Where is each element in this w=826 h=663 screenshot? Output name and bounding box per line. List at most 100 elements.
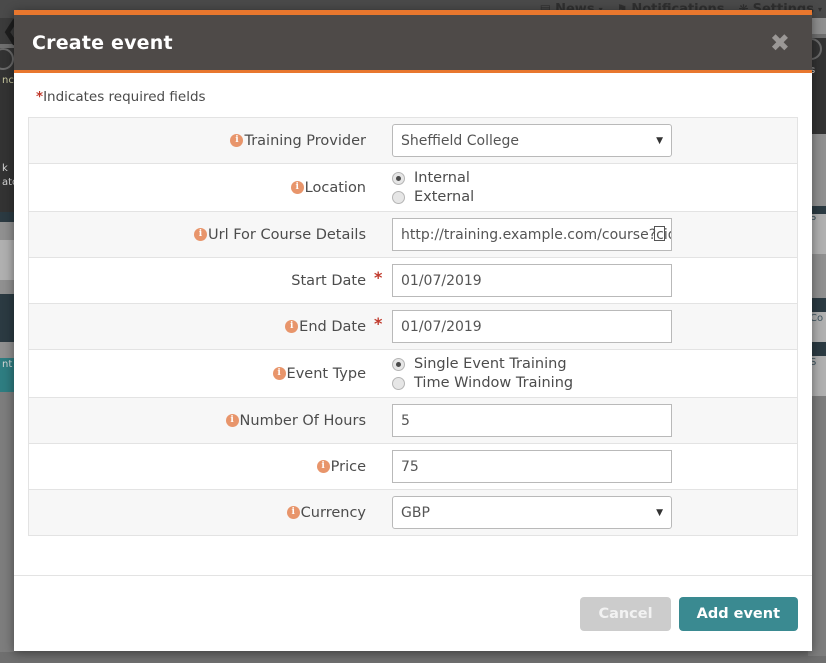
collapse-arrow-icon: ❮ [0,18,14,44]
number-of-hours-input[interactable]: 5 [392,404,672,437]
bg-text-fragment: ato [2,177,14,188]
label-location: i Location [29,180,374,196]
radio-location-external[interactable]: External [392,189,797,205]
form-row-number-of-hours: i Number Of Hours 5 [29,398,797,444]
radio-location-internal[interactable]: Internal [392,170,797,186]
radio-location-internal-label: Internal [414,170,470,186]
radio-button-icon[interactable] [392,357,405,371]
radio-button-icon[interactable] [392,171,405,185]
bg-panel: ❮ [0,18,14,44]
label-text: Training Provider [244,132,366,149]
form-row-url: i Url For Course Details http://training… [29,212,797,258]
radio-location-external-label: External [414,189,475,205]
end-date-value: 01/07/2019 [401,318,482,335]
label-text: End Date [299,318,366,335]
label-text: Event Type [286,365,366,382]
field-end-date: 01/07/2019 [390,310,797,343]
label-price: i Price [29,459,374,475]
bg-panel [0,294,14,342]
price-input[interactable]: 75 [392,450,672,483]
field-url: http://training.example.com/course?cid=2 [390,218,797,251]
start-date-input[interactable]: 01/07/2019 [392,264,672,297]
required-fields-note: *Indicates required fields [36,89,798,105]
label-number-of-hours: i Number Of Hours [29,413,374,429]
training-provider-value: Sheffield College [401,132,519,149]
bg-panel [0,342,14,358]
label-end-date: i End Date [29,319,374,335]
number-of-hours-value: 5 [401,412,410,429]
field-event-type: Single Event Training Time Window Traini… [390,356,797,391]
field-training-provider: Sheffield College ▼ [390,124,797,157]
label-text: Number Of Hours [239,412,366,429]
label-training-provider: i Training Provider [29,133,374,149]
form-row-location: i Location Internal External [29,164,797,212]
label-text: Location [304,179,366,196]
label-currency: i Currency [29,505,374,521]
url-input[interactable]: http://training.example.com/course?cid=2 [392,218,672,251]
radio-event-type-single[interactable]: Single Event Training [392,356,797,372]
info-icon[interactable]: i [286,505,300,519]
background-left-column: ❮ nc k ato nt [0,18,14,663]
bg-panel: k ato [0,136,14,212]
close-icon[interactable]: ✖ [766,29,794,57]
label-text: Url For Course Details [208,226,366,243]
info-icon[interactable]: i [285,319,299,333]
bg-text-fragment: nt [2,359,13,370]
url-input-value: http://training.example.com/course?cid=2 [401,226,672,243]
radio-event-type-single-label: Single Event Training [414,356,567,372]
label-text: Price [330,458,366,475]
bg-panel [0,280,14,294]
form-row-start-date: Start Date * 01/07/2019 [29,258,797,304]
text-cursor-icon [654,226,665,241]
label-url-for-course-details: i Url For Course Details [29,227,374,243]
info-icon[interactable]: i [272,366,286,380]
add-event-button[interactable]: Add event [678,596,798,631]
cancel-button[interactable]: Cancel [580,596,671,631]
chevron-down-icon: ▼ [656,135,663,146]
required-fields-note-label: Indicates required fields [43,89,206,105]
currency-value: GBP [401,504,430,521]
label-start-date: Start Date [29,273,374,289]
location-radio-group: Internal External [392,170,797,205]
bg-panel [0,212,14,222]
radio-event-type-time-window[interactable]: Time Window Training [392,375,797,391]
bg-panel [0,392,14,652]
bg-panel: nc [0,48,14,136]
info-icon[interactable]: i [225,413,239,427]
info-icon[interactable]: i [290,180,304,194]
label-text: Currency [300,504,366,521]
event-form: i Training Provider Sheffield College ▼ … [28,117,798,536]
chevron-down-icon: ▾ [817,4,822,14]
field-number-of-hours: 5 [390,404,797,437]
form-row-event-type: i Event Type Single Event Training Time … [29,350,797,398]
clock-icon [0,48,14,70]
modal-footer: Cancel Add event [14,575,812,651]
bg-panel: nt [0,358,14,392]
field-location: Internal External [390,170,797,205]
info-icon[interactable]: i [230,133,244,147]
training-provider-select[interactable]: Sheffield College ▼ [392,124,672,157]
asterisk-icon: * [36,89,44,105]
bg-panel [0,222,14,240]
modal-header: Create event ✖ [14,15,812,73]
chevron-down-icon: ▼ [656,507,663,518]
end-date-input[interactable]: 01/07/2019 [392,310,672,343]
field-price: 75 [390,450,797,483]
info-icon[interactable]: i [194,227,208,241]
label-text: Start Date [291,272,366,289]
page-title: Create event [32,31,173,54]
currency-select[interactable]: GBP ▼ [392,496,672,529]
bg-text-fragment: k [2,163,8,174]
radio-event-type-time-window-label: Time Window Training [414,375,574,391]
field-start-date: 01/07/2019 [390,264,797,297]
required-asterisk: * [374,314,383,333]
modal-body: *Indicates required fields i Training Pr… [14,73,812,575]
info-icon[interactable]: i [316,459,330,473]
form-row-currency: i Currency GBP ▼ [29,490,797,536]
radio-button-icon[interactable] [392,376,405,390]
required-asterisk: * [374,268,383,287]
bg-panel [0,240,14,280]
form-row-price: i Price 75 [29,444,797,490]
bg-text-fragment: nc [2,75,14,86]
radio-button-icon[interactable] [392,190,405,204]
